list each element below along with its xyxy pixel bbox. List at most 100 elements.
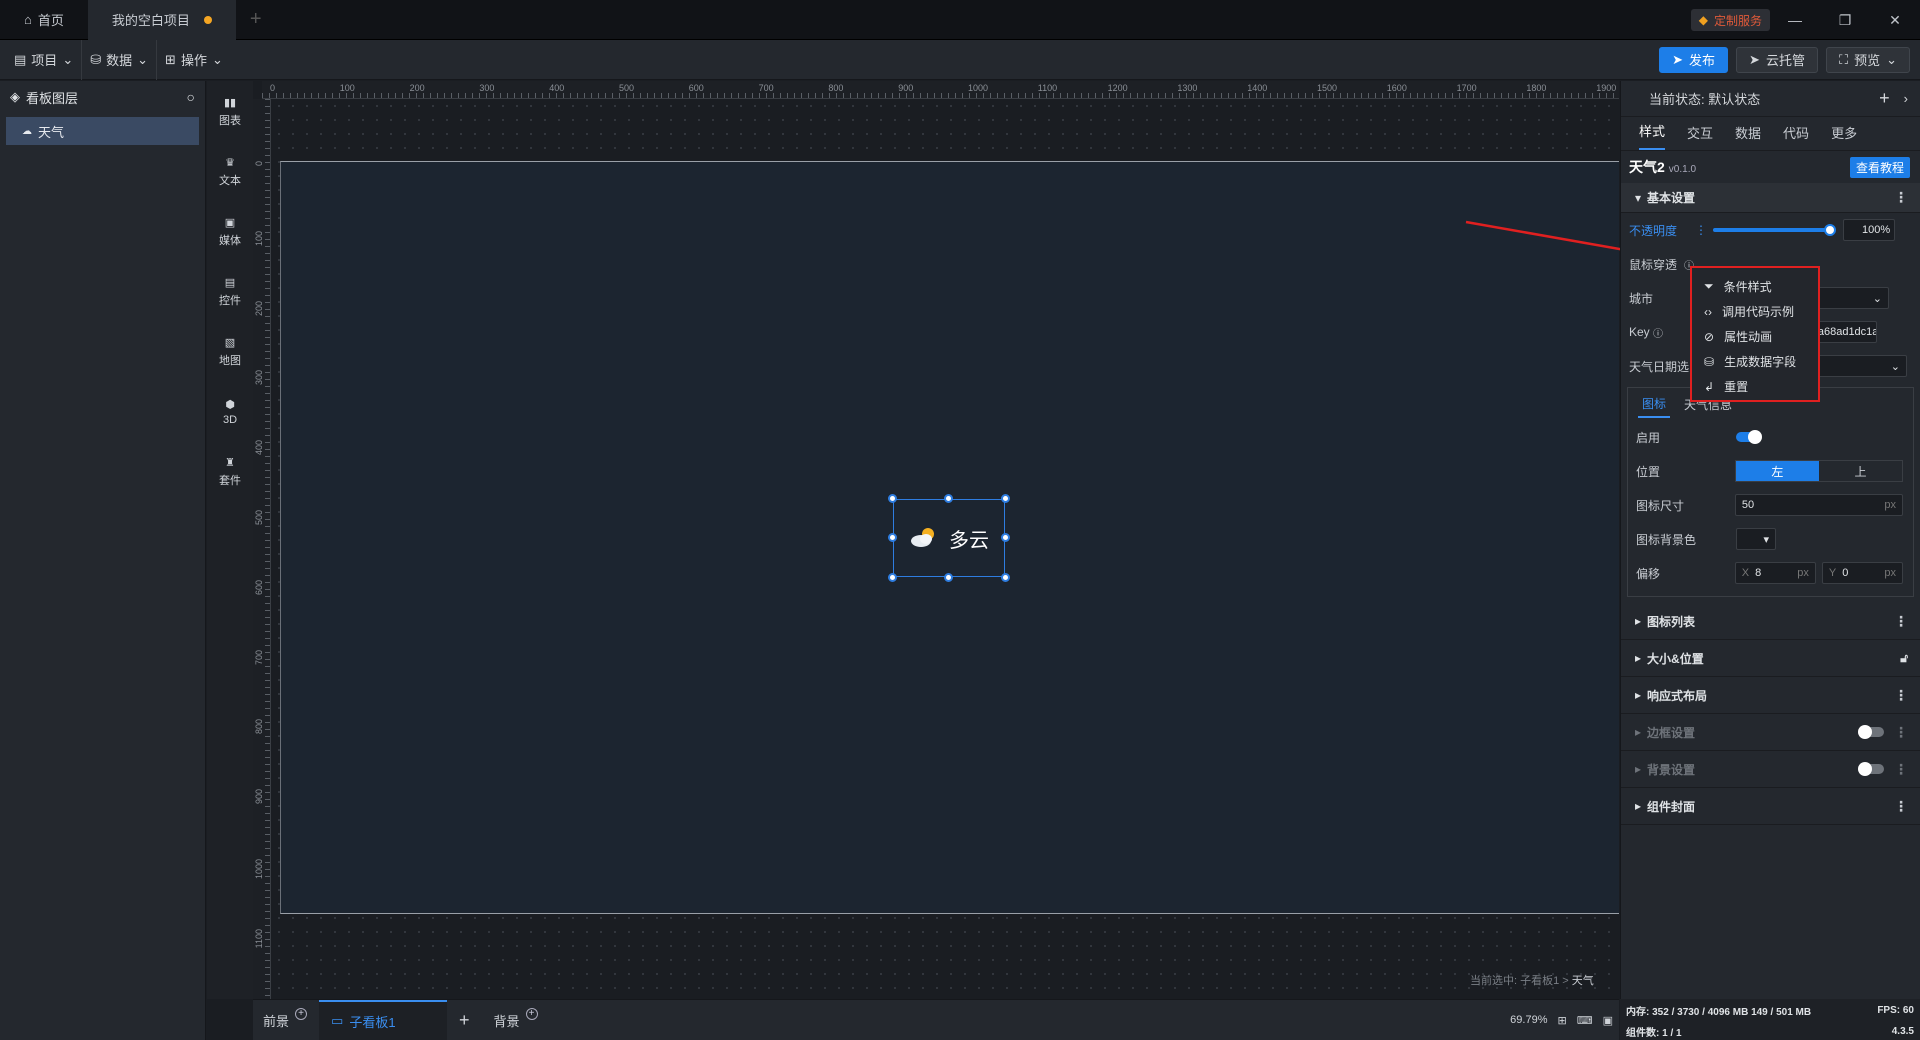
section-basic-settings[interactable]: ▾ 基本设置 ⋮ [1621,183,1920,213]
layer-item-weather[interactable]: ☁ 天气 [6,117,199,145]
opacity-slider-thumb[interactable] [1824,224,1836,236]
tab-data[interactable]: 数据 [1735,123,1761,150]
resize-handle-t[interactable] [944,494,953,503]
fit-screen-icon[interactable]: ⊞ [1557,1014,1566,1027]
tab-foreground[interactable]: 前景 + [253,1000,319,1040]
section-background[interactable]: ▸ 背景设置 ⋮ [1621,751,1920,788]
zoom-level[interactable]: 69.79% [1510,1014,1547,1026]
chevron-right-icon[interactable]: › [1904,91,1908,106]
component-chart[interactable]: ▮▮ 图表 [207,81,253,141]
date-select[interactable]: ⌄ [1817,355,1907,377]
keyboard-icon[interactable]: ⌨ [1577,1014,1593,1027]
resize-handle-br[interactable] [1001,573,1010,582]
component-text[interactable]: ♛ 文本 [207,141,253,201]
section-border[interactable]: ▸ 边框设置 ⋮ [1621,714,1920,751]
more-icon[interactable]: ⋮ [1894,761,1908,778]
component-control[interactable]: ▤ 控件 [207,261,253,321]
tab-code[interactable]: 代码 [1783,123,1809,150]
menu-project[interactable]: ▤ 项目 ⌄ [0,39,83,80]
more-icon[interactable]: ⋮ [1894,687,1908,704]
more-icon[interactable]: ⋮ [1894,613,1908,630]
ruler-left-label: 200 [254,300,264,316]
add-state-icon[interactable]: + [1879,88,1890,109]
publish-button[interactable]: ➤ 发布 [1659,46,1729,73]
cube-icon: ⬢ [225,398,235,411]
tutorial-button[interactable]: 查看教程 [1849,156,1910,178]
cloud-host-button[interactable]: ➤ 云托管 [1736,46,1818,73]
resize-handle-tl[interactable] [888,494,897,503]
menu-operation[interactable]: ⊞ 操作 ⌄ [157,40,231,80]
section-cover[interactable]: ▸ 组件封面 ⋮ [1621,788,1920,825]
resize-handle-b[interactable] [944,573,953,582]
ruler-top-label: 1300 [1177,83,1198,93]
tab-subboard[interactable]: ▭ 子看板1 [319,1000,448,1040]
lock-icon[interactable]: 🔓︎ [1900,651,1908,666]
weather-widget[interactable]: 多云 [888,494,1010,582]
icon-bg-color-picker[interactable]: ▾ [1736,528,1776,550]
preview-button[interactable]: ⛶ 预览 ⌄ [1825,46,1910,73]
properties-panel: 当前状态: 默认状态 + › 样式 交互 数据 代码 更多 天气2 v0.1.0 … [1620,81,1920,999]
border-toggle[interactable] [1858,725,1884,739]
ruler-left-label: 500 [254,510,264,526]
offset-x-input[interactable]: X 8 px [1734,562,1816,584]
menu-item-reset[interactable]: ↲ 重置 [1692,374,1818,399]
add-board-button[interactable]: + [447,1000,482,1040]
position-left[interactable]: 左 [1735,461,1819,481]
menu-item-code-sample[interactable]: ‹› 调用代码示例 [1692,299,1818,324]
position-top[interactable]: 上 [1819,461,1902,481]
tab-background[interactable]: 背景 + [482,1000,550,1040]
terminal-icon[interactable]: ▣ [1603,1014,1613,1027]
menu-item-animation[interactable]: ⊘ 属性动画 [1692,324,1818,349]
tab-more[interactable]: 更多 [1831,123,1857,150]
icon-size-input[interactable]: 50 px [1734,494,1903,516]
enable-toggle[interactable] [1736,430,1762,444]
ruler-left-label: 400 [254,440,264,456]
position-segment: 左 上 [1734,460,1903,482]
state-bar: 当前状态: 默认状态 + › [1621,81,1920,117]
opacity-unit: % [1880,224,1891,236]
resize-handle-bl[interactable] [888,573,897,582]
opacity-input[interactable]: 100% [1843,219,1895,241]
component-3d[interactable]: ⬢ 3D [207,381,253,441]
component-media[interactable]: ▣ 媒体 [207,201,253,261]
custom-service-button[interactable]: ◆ 定制服务 [1690,9,1770,31]
property-tabs: 样式 交互 数据 代码 更多 [1621,117,1920,151]
section-size-position[interactable]: ▸ 大小&位置 🔓︎ [1621,640,1920,677]
tab-interaction[interactable]: 交互 [1687,123,1713,150]
menu-data[interactable]: ⛁ 数据 ⌄ [82,39,158,80]
more-icon[interactable]: ⋮ [1894,724,1908,741]
restore-icon: ❐ [1838,11,1852,28]
add-foreground-icon[interactable]: + [295,1008,308,1020]
component-kit[interactable]: ♜ 套件 [207,441,253,501]
menu-item-generate-field[interactable]: ⛁ 生成数据字段 [1692,349,1818,374]
fullscreen-icon: ⛶ [1838,51,1849,67]
tab-home[interactable]: ⌂ 首页 [0,0,88,40]
restore-button[interactable]: ❐ [1820,0,1870,40]
section-icon-list[interactable]: ▸ 图标列表 ⋮ [1621,603,1920,640]
opacity-slider[interactable] [1713,224,1836,236]
search-icon[interactable]: ○ [187,89,195,105]
more-icon[interactable]: ⋮ [1894,798,1908,815]
tab-project[interactable]: 我的空白项目 [87,0,236,40]
subtab-icon[interactable]: 图标 [1638,391,1671,418]
offset-y-input[interactable]: Y 0 px [1821,562,1904,584]
component-map[interactable]: ▧ 地图 [207,321,253,381]
background-toggle[interactable] [1858,762,1884,776]
component-text-label: 文本 [219,175,241,187]
resize-handle-tr[interactable] [1001,494,1010,503]
database-icon: ⛁ [90,51,102,67]
close-button[interactable]: ✕ [1870,0,1920,40]
add-background-icon[interactable]: + [525,1008,538,1020]
media-icon: ▣ [224,216,236,229]
opacity-more-icon[interactable]: ⋮ [1695,223,1707,237]
resize-handle-r[interactable] [1001,533,1010,542]
help-icon[interactable]: ⓘ [1653,325,1663,340]
menu-item-label: 条件样式 [1723,280,1772,294]
tab-style[interactable]: 样式 [1639,121,1666,150]
more-icon[interactable]: ⋮ [1894,189,1908,206]
minimize-button[interactable]: — [1770,0,1820,40]
section-responsive[interactable]: ▸ 响应式布局 ⋮ [1621,677,1920,714]
resize-handle-l[interactable] [888,533,897,542]
add-tab-button[interactable]: + [236,8,276,31]
menu-item-conditional-style[interactable]: ⏷ 条件样式 [1692,274,1818,299]
